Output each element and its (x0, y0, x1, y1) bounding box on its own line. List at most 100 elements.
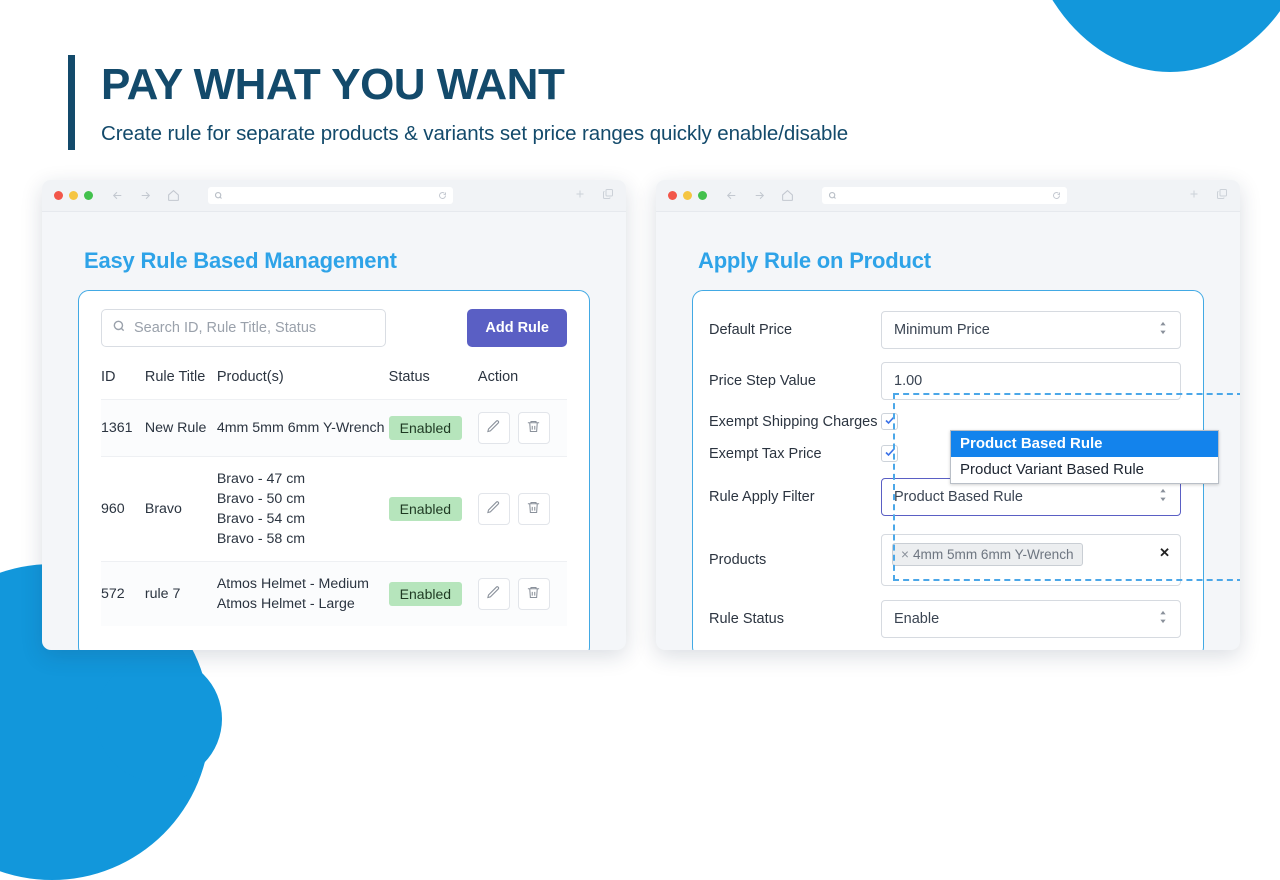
product-line: Bravo - 47 cm (216, 471, 306, 487)
search-input[interactable] (134, 320, 375, 336)
field-rule-apply-filter: Rule Apply Filter Product Based Rule Pro… (709, 430, 1219, 516)
banner-headline: PAY WHAT YOU WANT Create rule for separa… (68, 55, 848, 150)
product-line: Bravo - 50 cm (216, 491, 306, 507)
minimize-window-button[interactable] (69, 191, 78, 200)
table-row: 572 rule 7 Atmos Helmet - Medium Atmos Helm… (101, 561, 567, 627)
field-label-rule-apply-filter: Rule Apply Filter (709, 489, 815, 505)
field-label-exempt-tax: Exempt Tax Price (709, 445, 822, 462)
pencil-icon (486, 500, 501, 519)
table-row: 1361 New Rule 4mm 5mm 6mm Y-Wrench Enabled (101, 399, 567, 457)
exempt-shipping-checkbox[interactable] (881, 413, 898, 430)
edit-rule-button[interactable] (477, 493, 510, 525)
stepper-icon (1158, 321, 1168, 339)
cell-action (477, 562, 567, 627)
field-rule-status: Rule Status Enable (709, 600, 1181, 638)
minimize-window-button[interactable] (683, 191, 692, 200)
stepper-icon (1158, 488, 1168, 506)
headline-accent-bar (68, 55, 75, 150)
arrow-left-icon[interactable] (111, 189, 124, 202)
check-icon (884, 413, 896, 431)
copy-tabs-icon[interactable] (1216, 187, 1228, 205)
address-bar[interactable] (208, 187, 453, 204)
search-input-wrapper[interactable] (101, 309, 386, 347)
rule-status-select[interactable]: Enable (881, 600, 1181, 638)
home-icon[interactable] (781, 189, 794, 202)
arrow-right-icon[interactable] (139, 189, 152, 202)
cell-id: 1361 (101, 420, 133, 436)
reload-icon[interactable] (1052, 187, 1061, 205)
reload-icon[interactable] (438, 187, 447, 205)
pencil-icon (486, 585, 501, 604)
close-window-button[interactable] (54, 191, 63, 200)
column-header-status: Status (388, 369, 430, 385)
cell-rule-title: Bravo (144, 501, 182, 517)
plus-icon[interactable] (574, 187, 586, 205)
exempt-tax-checkbox[interactable] (881, 445, 898, 462)
products-multiselect[interactable]: × 4mm 5mm 6mm Y-Wrench ✕ (881, 534, 1181, 586)
trash-icon (526, 585, 541, 604)
field-label-price-step-value: Price Step Value (709, 373, 816, 389)
delete-rule-button[interactable] (517, 493, 550, 525)
rules-table: ID Rule Title Product(s) Status Action 1… (101, 363, 567, 626)
edit-rule-button[interactable] (477, 412, 510, 444)
column-header-products: Product(s) (216, 369, 284, 385)
table-row: 960 Bravo Bravo - 47 cm Bravo - 50 cm Bravo … (101, 456, 567, 562)
column-header-title: Rule Title (144, 369, 206, 385)
cell-rule-title: New Rule (144, 420, 207, 436)
home-icon[interactable] (167, 189, 180, 202)
delete-rule-button[interactable] (517, 578, 550, 610)
price-step-value-text: 1.00 (894, 373, 923, 389)
delete-rule-button[interactable] (517, 412, 550, 444)
check-icon (884, 445, 896, 463)
edit-rule-button[interactable] (477, 578, 510, 610)
field-label-products: Products (709, 552, 767, 568)
dropdown-option-product-based[interactable]: Product Based Rule (951, 431, 1218, 457)
field-price-step-value: Price Step Value 1.00 (709, 362, 1181, 400)
clear-all-icon[interactable]: ✕ (1159, 543, 1170, 563)
field-label-default-price: Default Price (709, 322, 793, 338)
decorative-blob-top-right (1020, 0, 1280, 72)
default-price-select[interactable]: Minimum Price (881, 311, 1181, 349)
plus-icon[interactable] (1188, 187, 1200, 205)
page-title: PAY WHAT YOU WANT (101, 60, 565, 109)
pencil-icon (486, 419, 501, 438)
address-bar[interactable] (822, 187, 1067, 204)
maximize-window-button[interactable] (698, 191, 707, 200)
right-panel-title: Apply Rule on Product (698, 248, 931, 273)
rule-apply-filter-dropdown[interactable]: Product Based Rule Product Variant Based… (950, 430, 1219, 484)
search-icon (214, 187, 223, 205)
default-price-value: Minimum Price (894, 322, 990, 338)
right-browser-chrome (656, 180, 1240, 212)
times-icon[interactable]: × (901, 547, 909, 562)
maximize-window-button[interactable] (84, 191, 93, 200)
price-step-value-input[interactable]: 1.00 (881, 362, 1181, 400)
product-line: 4mm 5mm 6mm Y-Wrench (216, 420, 385, 436)
window-traffic-lights (668, 191, 707, 200)
left-browser-window: Easy Rule Based Management Add Rule ID R… (42, 180, 626, 650)
left-panel-title: Easy Rule Based Management (84, 248, 397, 273)
add-rule-button[interactable]: Add Rule (467, 309, 567, 347)
close-window-button[interactable] (668, 191, 677, 200)
cell-action (477, 400, 567, 457)
field-label-exempt-shipping: Exempt Shipping Charges (709, 413, 878, 430)
trash-icon (526, 500, 541, 519)
status-badge: Enabled (388, 497, 463, 521)
column-header-id: ID (101, 369, 116, 385)
cell-products: Atmos Helmet - Medium Atmos Helmet - Larg… (217, 562, 389, 627)
table-header-row: ID Rule Title Product(s) Status Action (101, 363, 567, 400)
apply-rule-form: Default Price Minimum Price Price Step V… (692, 290, 1240, 650)
window-traffic-lights (54, 191, 93, 200)
field-label-rule-status: Rule Status (709, 611, 784, 627)
cell-status: Enabled (388, 400, 478, 457)
trash-icon (526, 419, 541, 438)
copy-tabs-icon[interactable] (602, 187, 614, 205)
rule-status-value: Enable (894, 611, 940, 627)
cell-products: Bravo - 47 cm Bravo - 50 cm Bravo - 54 cm B… (217, 457, 389, 562)
arrow-left-icon[interactable] (725, 189, 738, 202)
arrow-right-icon[interactable] (753, 189, 766, 202)
product-tag[interactable]: × 4mm 5mm 6mm Y-Wrench (892, 543, 1083, 566)
cell-id: 572 (101, 586, 125, 602)
field-products: Products × 4mm 5mm 6mm Y-Wrench ✕ (709, 534, 1181, 586)
cell-rule-title: rule 7 (144, 586, 181, 602)
dropdown-option-product-variant-based[interactable]: Product Variant Based Rule (951, 457, 1218, 483)
